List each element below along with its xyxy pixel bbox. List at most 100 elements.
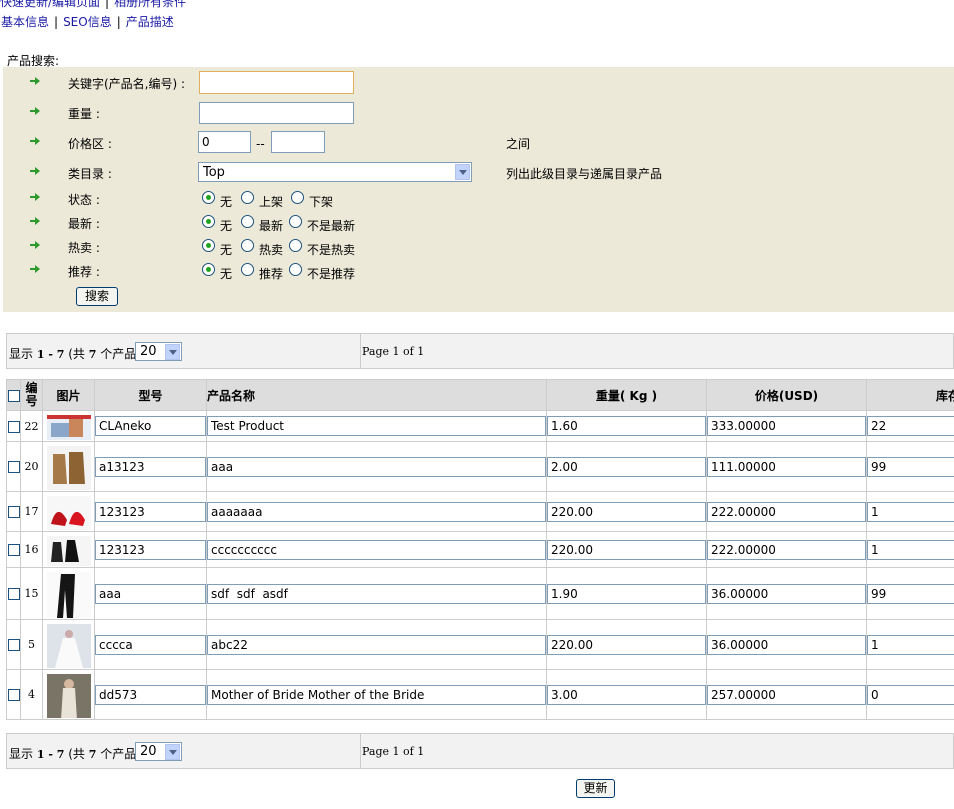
row-checkbox[interactable] — [7, 689, 20, 701]
row-checkbox[interactable] — [7, 639, 20, 651]
hot-radio-none[interactable] — [202, 239, 215, 252]
name-input[interactable] — [207, 501, 546, 522]
row-checkbox[interactable] — [7, 420, 20, 433]
newest-radio-newest[interactable] — [241, 215, 254, 228]
model-input[interactable] — [95, 539, 206, 560]
weight-input[interactable] — [547, 456, 706, 477]
tab-product-description[interactable]: 产品描述 — [126, 15, 174, 29]
status-option-off-shelf: 下架 — [309, 195, 334, 209]
product-thumbnail[interactable] — [45, 672, 93, 718]
weight-input[interactable] — [547, 634, 706, 655]
tab-basic-info[interactable]: 基本信息 — [1, 15, 49, 29]
name-input[interactable] — [207, 634, 546, 655]
top-link-album-conditions[interactable]: 相册所有条件 — [114, 0, 186, 9]
name-input[interactable] — [207, 684, 546, 705]
recommend-option-not-recommend: 不是推荐 — [307, 267, 356, 281]
row-select-cell — [6, 491, 21, 532]
model-input[interactable] — [95, 583, 206, 604]
weight-input[interactable] — [547, 501, 706, 522]
price-min-input[interactable] — [198, 131, 251, 153]
pager-top: 显示 1 - 7 (共 7 个产品) 20 Page 1 of 1 — [6, 333, 954, 369]
row-checkbox[interactable] — [7, 461, 20, 473]
stock-input[interactable] — [867, 501, 954, 522]
status-radio-none[interactable] — [202, 191, 215, 204]
category-select[interactable]: Top — [198, 162, 472, 182]
recommend-radio-none[interactable] — [202, 263, 215, 276]
stock-input[interactable] — [867, 684, 954, 705]
price-input[interactable] — [707, 416, 866, 436]
row-select-cell — [6, 410, 21, 442]
weight-input[interactable] — [547, 583, 706, 604]
row-model-cell — [94, 410, 207, 442]
arrow-icon — [30, 77, 40, 85]
stock-input[interactable] — [867, 456, 954, 477]
page-size-select[interactable]: 20 — [135, 342, 182, 361]
name-input[interactable] — [207, 456, 546, 477]
name-input[interactable] — [207, 539, 546, 560]
row-weight: 重量 : — [3, 101, 954, 125]
model-input[interactable] — [95, 501, 206, 522]
row-select-cell — [6, 567, 21, 620]
chevron-down-icon[interactable] — [165, 344, 180, 360]
price-input[interactable] — [707, 456, 866, 477]
update-button[interactable]: 更新 — [576, 779, 615, 798]
keyword-input[interactable] — [199, 71, 354, 94]
row-image-cell — [42, 531, 95, 568]
price-input[interactable] — [707, 539, 866, 560]
stock-input[interactable] — [867, 416, 954, 436]
recommend-radio-recommend[interactable] — [241, 263, 254, 276]
price-input[interactable] — [707, 583, 866, 604]
table-row: 20 — [6, 441, 954, 492]
product-thumbnail[interactable] — [45, 444, 93, 490]
header-price: 价格(USD) — [706, 379, 867, 411]
row-price-cell — [706, 619, 867, 670]
chevron-down-icon[interactable] — [455, 164, 470, 180]
recommend-radio-not-recommend[interactable] — [289, 263, 302, 276]
model-input[interactable] — [95, 456, 206, 477]
search-button[interactable]: 搜索 — [76, 287, 118, 306]
top-link-quick-edit[interactable]: 快速更新/编辑页面 — [0, 0, 100, 9]
newest-radio-none[interactable] — [202, 215, 215, 228]
weight-input[interactable] — [547, 416, 706, 436]
product-thumbnail[interactable] — [45, 622, 93, 668]
tab-seo-info[interactable]: SEO信息 — [63, 15, 112, 29]
stock-input[interactable] — [867, 634, 954, 655]
weight-input[interactable] — [199, 102, 354, 124]
status-radio-on-shelf[interactable] — [241, 191, 254, 204]
hot-radio-hot[interactable] — [241, 239, 254, 252]
model-input[interactable] — [95, 684, 206, 705]
product-thumbnail[interactable] — [45, 494, 93, 530]
select-all-checkbox[interactable] — [7, 389, 20, 402]
price-input[interactable] — [707, 501, 866, 522]
model-input[interactable] — [95, 416, 206, 436]
weight-input[interactable] — [547, 539, 706, 560]
name-input[interactable] — [207, 416, 546, 436]
status-radio-off-shelf[interactable] — [291, 191, 304, 204]
price-input[interactable] — [707, 684, 866, 705]
model-input[interactable] — [95, 634, 206, 655]
table-header-row: 编号 图片 型号 产品名称 重量( Kg ) 价格(USD) 库存 — [6, 379, 954, 411]
table-row: 5 — [6, 619, 954, 670]
product-thumbnail[interactable] — [45, 413, 93, 440]
chevron-down-icon[interactable] — [165, 744, 180, 760]
price-input[interactable] — [707, 634, 866, 655]
arrow-icon — [30, 241, 40, 249]
hot-radio-not-hot[interactable] — [289, 239, 302, 252]
row-checkbox[interactable] — [7, 588, 20, 600]
page-size-value: 20 — [140, 344, 157, 359]
row-checkbox[interactable] — [7, 544, 20, 556]
weight-input[interactable] — [547, 684, 706, 705]
product-thumbnail[interactable] — [45, 570, 93, 618]
row-image-cell — [42, 669, 95, 720]
stock-input[interactable] — [867, 583, 954, 604]
row-checkbox[interactable] — [7, 506, 20, 518]
row-image-cell — [42, 441, 95, 492]
product-thumbnail[interactable] — [45, 534, 93, 566]
page-size-select[interactable]: 20 — [135, 742, 182, 761]
stock-input[interactable] — [867, 539, 954, 560]
name-input[interactable] — [207, 583, 546, 604]
price-max-input[interactable] — [271, 131, 325, 153]
page-indicator: Page 1 of 1 — [362, 345, 425, 358]
arrow-icon — [30, 193, 40, 201]
newest-radio-not-newest[interactable] — [289, 215, 302, 228]
